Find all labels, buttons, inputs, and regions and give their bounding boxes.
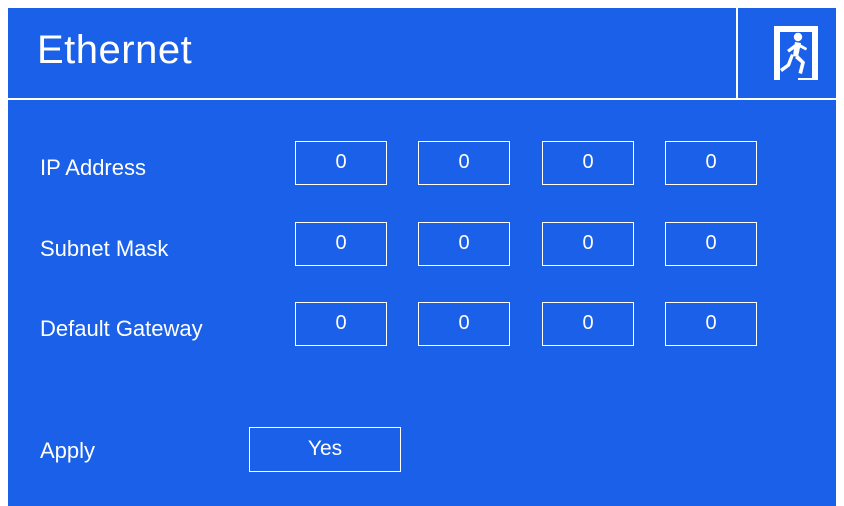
header-bar: Ethernet [8, 8, 836, 100]
subnet-mask-octet-3[interactable]: 0 [542, 222, 634, 266]
default-gateway-octet-1[interactable]: 0 [295, 302, 387, 346]
ip-address-octet-3[interactable]: 0 [542, 141, 634, 185]
subnet-mask-octet-2[interactable]: 0 [418, 222, 510, 266]
page-title: Ethernet [37, 28, 193, 72]
subnet-mask-label: Subnet Mask [40, 236, 169, 261]
default-gateway-octet-4[interactable]: 0 [665, 302, 757, 346]
subnet-mask-octet-4[interactable]: 0 [665, 222, 757, 266]
default-gateway-octet-2[interactable]: 0 [418, 302, 510, 346]
ip-address-octet-4[interactable]: 0 [665, 141, 757, 185]
subnet-mask-octet-1[interactable]: 0 [295, 222, 387, 266]
ip-address-octet-2[interactable]: 0 [418, 141, 510, 185]
exit-button[interactable] [768, 22, 824, 84]
default-gateway-octet-3[interactable]: 0 [542, 302, 634, 346]
emergency-exit-icon [774, 26, 818, 80]
header-divider [736, 8, 738, 98]
ip-address-label: IP Address [40, 155, 146, 180]
ip-address-octet-1[interactable]: 0 [295, 141, 387, 185]
ethernet-panel: Ethernet IP Address 0 0 0 0 Subnet Mask … [8, 8, 836, 506]
default-gateway-label: Default Gateway [40, 316, 203, 341]
apply-label: Apply [40, 438, 96, 463]
apply-yes-button[interactable]: Yes [249, 427, 401, 472]
